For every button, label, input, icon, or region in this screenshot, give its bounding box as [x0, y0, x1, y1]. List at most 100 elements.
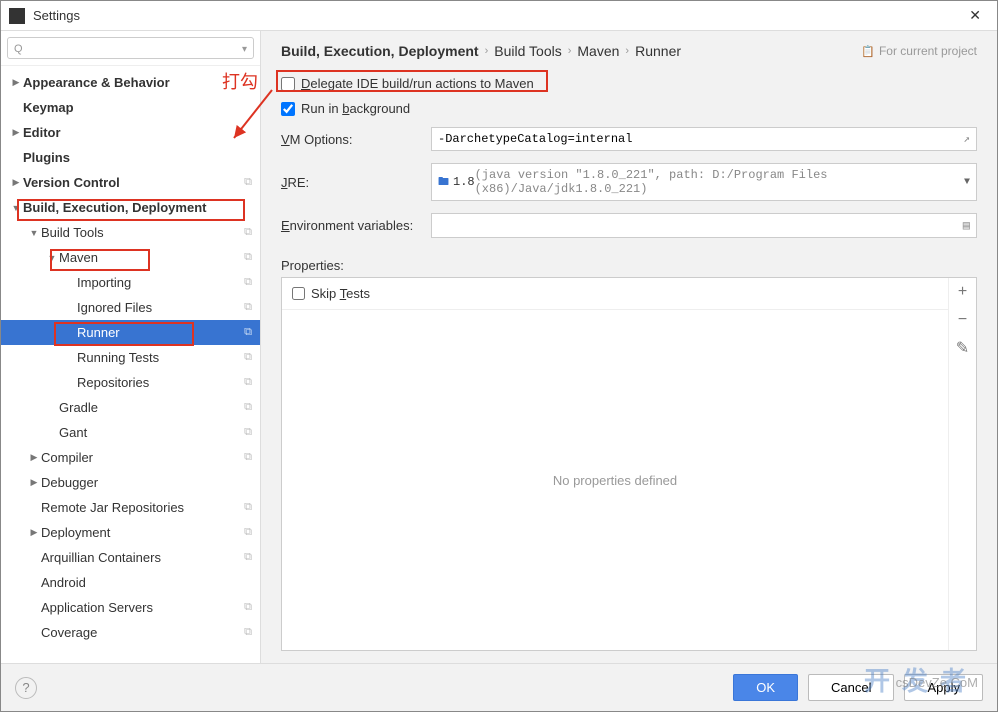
folder-icon: 🖿 — [438, 173, 449, 192]
tree-caret-icon[interactable]: ▼ — [45, 253, 59, 263]
delegate-checkbox-row[interactable]: Delegate IDE build/run actions to Maven — [281, 71, 977, 96]
tree-item-coverage[interactable]: Coverage⧉ — [1, 620, 260, 645]
tree-item-maven[interactable]: ▼Maven⧉ — [1, 245, 260, 270]
background-checkbox[interactable] — [281, 102, 295, 116]
tree-caret-icon[interactable]: ▶ — [9, 177, 23, 188]
tree-item-version-control[interactable]: ▶Version Control⧉ — [1, 170, 260, 195]
tree-item-label: Android — [41, 575, 252, 590]
tree-item-runner[interactable]: Runner⧉ — [1, 320, 260, 345]
tree-caret-icon[interactable]: ▶ — [27, 477, 41, 488]
tree-item-gant[interactable]: Gant⧉ — [1, 420, 260, 445]
tree-item-label: Debugger — [41, 475, 252, 490]
background-label: Run in background — [301, 101, 410, 116]
project-scope-icon: ⧉ — [244, 551, 252, 564]
tree-item-label: Build Tools — [41, 225, 244, 240]
project-scope-icon: ⧉ — [244, 326, 252, 339]
list-edit-icon[interactable]: ▤ — [963, 218, 970, 233]
properties-empty-text: No properties defined — [282, 310, 948, 650]
tree-item-android[interactable]: Android — [1, 570, 260, 595]
tree-item-running-tests[interactable]: Running Tests⧉ — [1, 345, 260, 370]
tree-item-compiler[interactable]: ▶Compiler⧉ — [1, 445, 260, 470]
tree-item-label: Running Tests — [77, 350, 244, 365]
tree-caret-icon[interactable]: ▶ — [9, 77, 23, 88]
ok-button[interactable]: OK — [733, 674, 798, 701]
tree-item-repositories[interactable]: Repositories⧉ — [1, 370, 260, 395]
tree-item-keymap[interactable]: Keymap — [1, 95, 260, 120]
env-vars-input[interactable]: ▤ — [431, 213, 977, 238]
project-scope-icon: ⧉ — [244, 251, 252, 264]
skip-tests-checkbox[interactable] — [292, 287, 305, 300]
tree-item-label: Gant — [59, 425, 244, 440]
chevron-down-icon[interactable]: ▼ — [964, 177, 970, 188]
tree-item-label: Gradle — [59, 400, 244, 415]
breadcrumb-segment[interactable]: Build, Execution, Deployment — [281, 43, 479, 59]
background-checkbox-row[interactable]: Run in background — [281, 96, 977, 121]
breadcrumb-segment[interactable]: Maven — [577, 43, 619, 59]
tree-item-ignored-files[interactable]: Ignored Files⧉ — [1, 295, 260, 320]
tree-item-label: Build, Execution, Deployment — [23, 200, 252, 215]
tree-item-label: Maven — [59, 250, 244, 265]
tree-item-label: Arquillian Containers — [41, 550, 244, 565]
tree-item-label: Remote Jar Repositories — [41, 500, 244, 515]
tree-caret-icon[interactable]: ▼ — [9, 203, 23, 213]
tree-item-label: Repositories — [77, 375, 244, 390]
project-scope-icon: ⧉ — [244, 426, 252, 439]
add-property-button[interactable]: + — [949, 278, 976, 306]
tree-item-application-servers[interactable]: Application Servers⧉ — [1, 595, 260, 620]
tree-item-gradle[interactable]: Gradle⧉ — [1, 395, 260, 420]
project-scope-hint: For current project — [861, 44, 977, 58]
env-vars-label: Environment variables: — [281, 218, 421, 233]
jre-dropdown[interactable]: 🖿 1.8 (java version "1.8.0_221", path: D… — [431, 163, 977, 201]
tree-item-deployment[interactable]: ▶Deployment⧉ — [1, 520, 260, 545]
delegate-checkbox[interactable] — [281, 77, 295, 91]
tree-item-label: Application Servers — [41, 600, 244, 615]
cancel-button[interactable]: Cancel — [808, 674, 894, 701]
chevron-right-icon: › — [625, 45, 629, 57]
window-title: Settings — [33, 8, 961, 23]
chevron-right-icon: › — [568, 45, 572, 57]
tree-item-build-execution-deployment[interactable]: ▼Build, Execution, Deployment — [1, 195, 260, 220]
apply-button[interactable]: Apply — [904, 674, 983, 701]
tree-caret-icon[interactable]: ▶ — [27, 527, 41, 538]
tree-item-label: Importing — [77, 275, 244, 290]
tree-item-label: Editor — [23, 125, 252, 140]
remove-property-button[interactable]: − — [949, 306, 976, 334]
expand-icon[interactable]: ↗ — [963, 132, 970, 146]
project-scope-icon: ⧉ — [244, 351, 252, 364]
tree-caret-icon[interactable]: ▶ — [27, 452, 41, 463]
breadcrumb-segment[interactable]: Build Tools — [494, 43, 561, 59]
skip-tests-row[interactable]: Skip Tests — [282, 278, 948, 310]
dropdown-icon[interactable] — [242, 41, 247, 55]
properties-label: Properties: — [281, 254, 977, 277]
project-scope-icon: ⧉ — [244, 301, 252, 314]
tree-item-importing[interactable]: Importing⧉ — [1, 270, 260, 295]
tree-item-appearance-behavior[interactable]: ▶Appearance & Behavior — [1, 70, 260, 95]
close-icon[interactable]: ✕ — [961, 3, 989, 28]
help-icon[interactable]: ? — [15, 677, 37, 699]
tree-item-label: Plugins — [23, 150, 252, 165]
project-scope-icon: ⧉ — [244, 451, 252, 464]
project-scope-icon: ⧉ — [244, 376, 252, 389]
tree-item-arquillian-containers[interactable]: Arquillian Containers⧉ — [1, 545, 260, 570]
tree-item-label: Keymap — [23, 100, 252, 115]
tree-item-label: Runner — [77, 325, 244, 340]
tree-item-build-tools[interactable]: ▼Build Tools⧉ — [1, 220, 260, 245]
project-scope-icon: ⧉ — [244, 601, 252, 614]
tree-item-remote-jar-repositories[interactable]: Remote Jar Repositories⧉ — [1, 495, 260, 520]
project-scope-icon: ⧉ — [244, 501, 252, 514]
settings-tree: ▶Appearance & BehaviorKeymap▶EditorPlugi… — [1, 66, 260, 663]
vm-options-input[interactable]: ↗ — [431, 127, 977, 151]
search-input[interactable] — [7, 37, 254, 59]
tree-item-plugins[interactable]: Plugins — [1, 145, 260, 170]
jre-label: JRE: — [281, 175, 421, 190]
tree-caret-icon[interactable]: ▼ — [27, 228, 41, 238]
tree-caret-icon[interactable]: ▶ — [9, 127, 23, 138]
tree-item-debugger[interactable]: ▶Debugger — [1, 470, 260, 495]
edit-property-button[interactable]: ✎ — [949, 334, 976, 362]
breadcrumb-segment: Runner — [635, 43, 681, 59]
titlebar: Settings ✕ — [1, 1, 997, 31]
tree-item-label: Deployment — [41, 525, 244, 540]
tree-item-editor[interactable]: ▶Editor — [1, 120, 260, 145]
properties-panel: Skip Tests No properties defined + − ✎ — [281, 277, 977, 651]
tree-item-label: Coverage — [41, 625, 244, 640]
